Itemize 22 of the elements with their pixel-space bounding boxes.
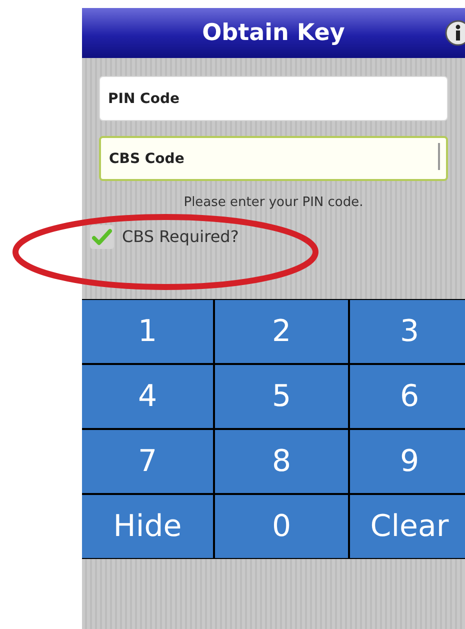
keypad-key[interactable]: 8 (215, 430, 348, 492)
checkbox-row[interactable]: CBS Required? (90, 224, 239, 248)
keypad-key[interactable]: Hide (82, 494, 213, 558)
window-title: Obtain Key (202, 18, 345, 48)
checkbox-label: CBS Required? (122, 226, 239, 248)
keypad-key[interactable]: 6 (350, 364, 465, 428)
checkbox[interactable] (90, 224, 114, 248)
text-cursor (438, 143, 440, 170)
keypad-key[interactable]: 7 (82, 430, 213, 492)
keypad-key[interactable]: 4 (82, 364, 213, 428)
hint-text: Please enter your PIN code. (184, 194, 364, 212)
keypad-key[interactable]: 3 (350, 300, 465, 362)
text-field[interactable]: CBS Code (99, 136, 448, 181)
keypad-key[interactable]: 0 (215, 494, 348, 558)
keypad-key[interactable]: 1 (82, 300, 213, 362)
text-field[interactable]: PIN Code (99, 76, 448, 121)
keypad-key[interactable]: 2 (215, 300, 348, 362)
keypad-key[interactable]: 9 (350, 430, 465, 492)
keypad-key[interactable]: Clear (350, 494, 465, 558)
keypad-key[interactable]: 5 (215, 364, 348, 428)
info-icon[interactable] (445, 20, 465, 46)
checkmark-icon (92, 228, 112, 246)
